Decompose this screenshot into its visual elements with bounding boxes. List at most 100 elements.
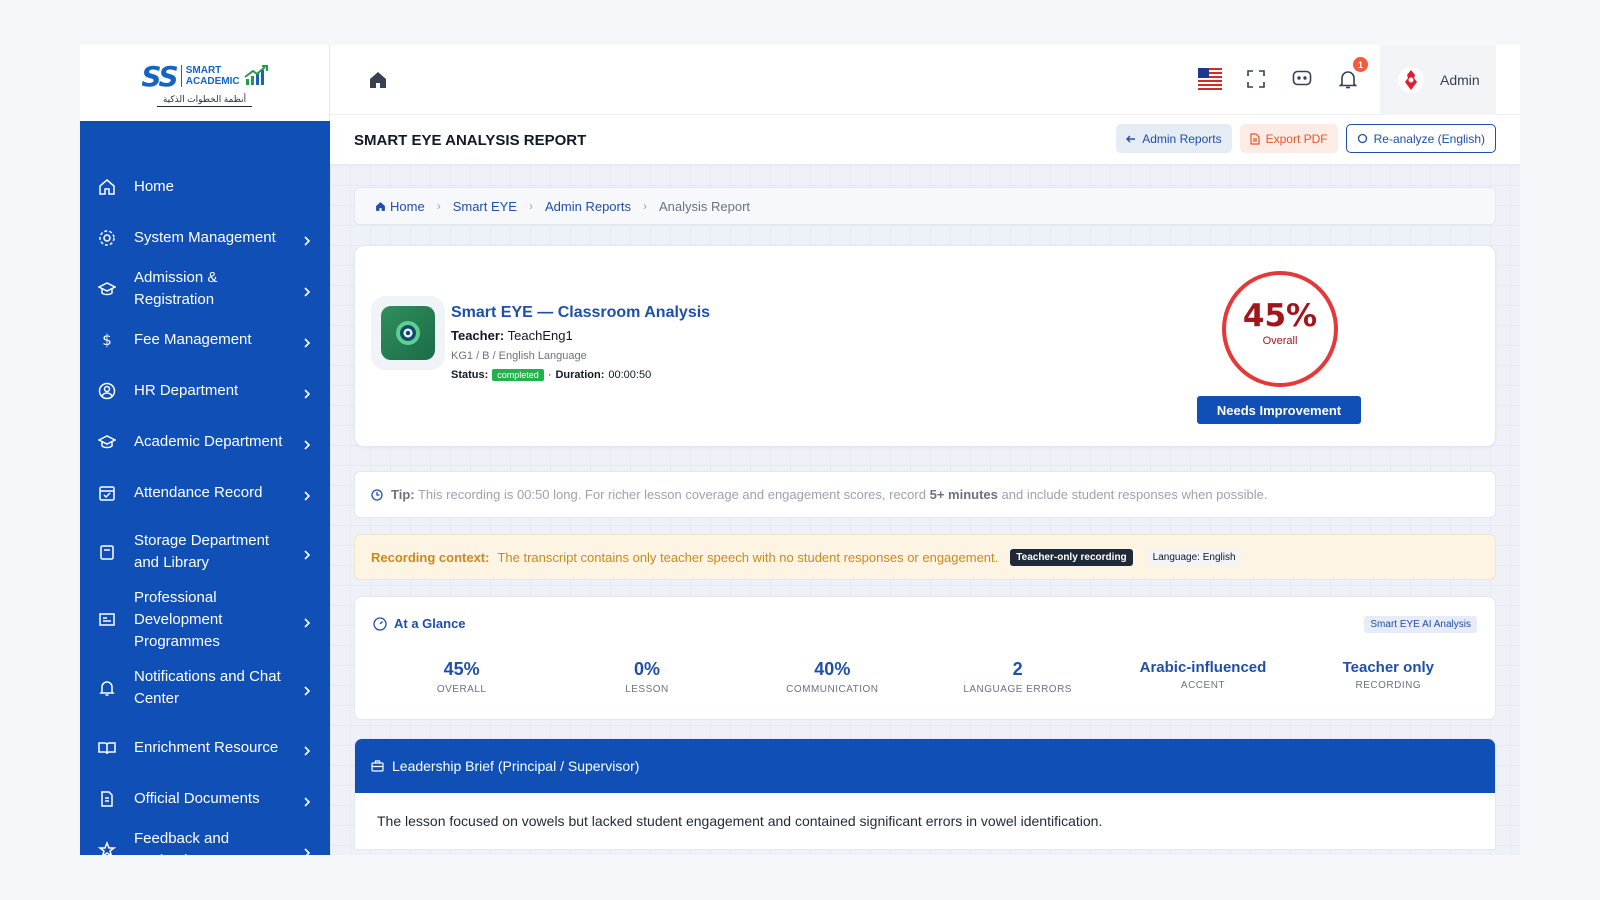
chevron-right-icon [302, 743, 312, 756]
chevron-right-icon [302, 284, 312, 297]
sidebar-item-fee-management[interactable]: $ Fee Management [80, 314, 330, 365]
us-flag-icon[interactable] [1198, 67, 1222, 91]
sidebar-item-label: Academic Department [134, 432, 283, 450]
metric-label: OVERALL [436, 684, 487, 695]
sidebar-item-label: Enrichment Resource [134, 738, 279, 756]
leadership-brief-card: Leadership Brief (Principal / Supervisor… [354, 738, 1496, 850]
metric-value: Arabic-influenced [1139, 659, 1267, 676]
chevron-right-icon [302, 615, 312, 628]
breadcrumb-admin-reports[interactable]: Admin Reports [545, 199, 631, 214]
sidebar-item-label: Official Documents [134, 789, 260, 807]
sidebar-item-label: Home [134, 177, 175, 195]
logo-area[interactable]: SS SMART ACADEMIC أنظمة الخطوات الذكية [80, 45, 330, 121]
sidebar-item-admission-registration[interactable]: Admission & Registration [80, 263, 330, 314]
metric-value: 0% [633, 659, 660, 679]
svg-text:$: $ [102, 331, 112, 349]
smart-eye-app-icon [371, 296, 445, 370]
sidebar-item-label: Notifications and Chat Center [134, 668, 281, 707]
rating-badge[interactable]: Needs Improvement [1197, 396, 1361, 424]
metric-label: LANGUAGE ERRORS [963, 684, 1072, 695]
at-a-glance-card: At a Glance Smart EYE AI Analysis 45% OVE… [354, 596, 1496, 720]
chat-icon[interactable] [1290, 67, 1314, 91]
graduation-cap-icon [98, 433, 116, 451]
metric-communication: 40% COMMUNICATION [740, 659, 925, 695]
presentation-icon [98, 611, 116, 629]
teacher-name: TeachEng1 [507, 328, 573, 343]
document-icon [98, 790, 116, 808]
metric-language-errors: 2 LANGUAGE ERRORS [925, 659, 1110, 695]
breadcrumb: Home › Smart EYE › Admin Reports › Analy… [354, 187, 1496, 225]
home-icon[interactable] [368, 70, 388, 90]
growth-chart-icon [244, 65, 268, 85]
sidebar-item-feedback-and-evaluation[interactable]: Feedback and Evaluation [80, 824, 330, 855]
gear-icon [98, 229, 116, 247]
chevron-right-icon [302, 437, 312, 450]
status-line: Status: completed · Duration: 00:00:50 [451, 369, 652, 381]
sidebar-item-professional-development-programmes[interactable]: Professional Development Programmes [80, 586, 330, 654]
status-badge: completed [492, 369, 544, 381]
notification-bell-icon[interactable]: 1 [1336, 57, 1368, 91]
sidebar: SS SMART ACADEMIC أنظمة الخطوات الذكية H… [80, 45, 330, 855]
page-title: SMART EYE ANALYSIS REPORT [354, 132, 587, 149]
star-icon [98, 840, 116, 855]
chevron-right-icon [302, 547, 312, 560]
reanalyze-button[interactable]: Re-analyze (English) [1345, 124, 1496, 153]
sidebar-item-attendance-record[interactable]: Attendance Record [80, 467, 330, 518]
sidebar-nav: Home System Management Admission & Registr… [80, 121, 330, 855]
metric-accent: Arabic-influenced ACCENT [1110, 659, 1295, 695]
metric-recording: Teacher only RECORDING [1296, 659, 1481, 695]
chevron-right-icon [302, 233, 312, 246]
breadcrumb-separator: › [528, 199, 533, 213]
sidebar-item-label: System Management [134, 228, 276, 246]
eye-icon [396, 321, 420, 345]
metrics-row: 45% OVERALL 0% LESSON 40% COMMUNICATION 2 LANGU… [369, 659, 1481, 695]
pdf-icon [1249, 132, 1260, 145]
breadcrumb-smart-eye[interactable]: Smart EYE [453, 199, 517, 214]
chevron-right-icon [302, 845, 312, 855]
sidebar-item-official-documents[interactable]: Official Documents [80, 773, 330, 824]
sidebar-item-home[interactable]: Home [80, 161, 330, 212]
dollar-icon: $ [98, 331, 116, 349]
metric-overall: 45% OVERALL [369, 659, 554, 695]
gauge-icon [373, 616, 387, 631]
sidebar-item-notifications-and-chat-center[interactable]: Notifications and Chat Center [80, 654, 330, 722]
chevron-right-icon [302, 683, 312, 696]
ai-analysis-tag: Smart EYE AI Analysis [1364, 616, 1477, 633]
sidebar-item-storage-department-and-library[interactable]: Storage Department and Library [80, 518, 330, 586]
metric-label: LESSON [625, 684, 669, 695]
sidebar-item-hr-department[interactable]: HR Department [80, 365, 330, 416]
chevron-right-icon [302, 794, 312, 807]
breadcrumb-current: Analysis Report [658, 198, 751, 214]
sidebar-item-academic-department[interactable]: Academic Department [80, 416, 330, 467]
breadcrumb-home[interactable]: Home [375, 199, 425, 214]
clock-icon [371, 488, 383, 501]
breadcrumb-separator: › [642, 199, 647, 213]
fullscreen-icon[interactable] [1244, 67, 1268, 91]
section-title: At a Glance [394, 616, 466, 631]
logo-line2: ACADEMIC [185, 76, 240, 87]
page-header: SMART EYE ANALYSIS REPORT Admin Reports … [330, 115, 1520, 165]
refresh-icon [1357, 133, 1367, 144]
sidebar-item-label: Storage Department and Library [134, 532, 270, 571]
sidebar-item-label: Attendance Record [134, 483, 263, 501]
admin-reports-button[interactable]: Admin Reports [1116, 124, 1232, 153]
user-menu[interactable]: Admin [1380, 45, 1496, 115]
home-icon [376, 201, 385, 211]
duration-value: 00:00:50 [608, 369, 652, 381]
logo: SS SMART ACADEMIC أنظمة الخطوات الذكية [141, 60, 268, 107]
teacher-line: Teacher: TeachEng1 [451, 328, 573, 343]
topbar: 1 Admin [330, 45, 1520, 115]
logo-line1: SMART [185, 65, 222, 76]
arrow-left-icon [1126, 135, 1136, 142]
metric-value: Teacher only [1342, 659, 1435, 676]
sidebar-item-label: Fee Management [134, 330, 252, 348]
sidebar-item-label: HR Department [134, 381, 239, 399]
bell-icon [98, 679, 116, 697]
export-pdf-button[interactable]: Export PDF [1239, 124, 1338, 153]
tip-banner: Tip: This recording is 00:50 long. For r… [354, 471, 1496, 518]
sidebar-item-system-management[interactable]: System Management [80, 212, 330, 263]
metric-value: 2 [1012, 659, 1023, 679]
sidebar-item-enrichment-resource[interactable]: Enrichment Resource [80, 722, 330, 773]
user-name: Admin [1440, 72, 1480, 88]
sidebar-item-label: Admission & Registration [134, 268, 218, 308]
